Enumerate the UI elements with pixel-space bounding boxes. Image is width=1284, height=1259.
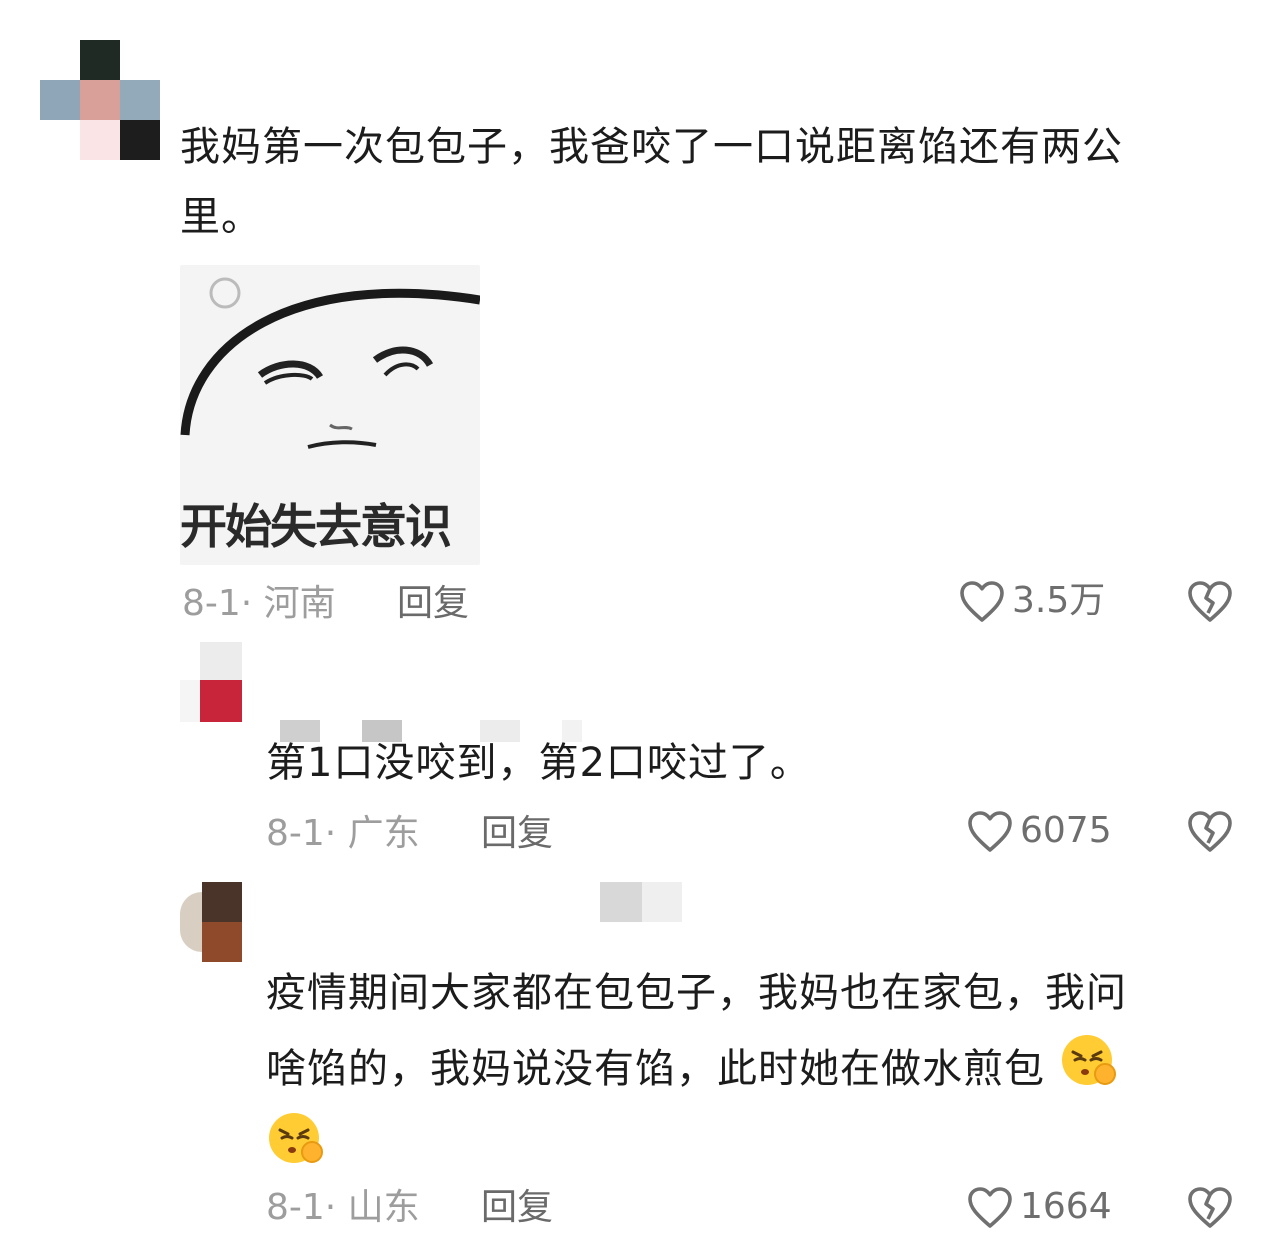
heart-outline-icon [968, 1187, 1012, 1228]
broken-heart-icon [1188, 581, 1232, 622]
dislike-button[interactable] [1186, 578, 1234, 628]
avatar[interactable] [180, 642, 242, 722]
comment-text-line: 第1口没咬到，第2口咬过了。 [266, 740, 811, 786]
like-button[interactable]: 1664 [966, 1184, 1112, 1230]
comment-text-line: 里。 [180, 194, 262, 240]
comment-text-line: 啥馅的，我妈说没有馅，此时她在做水煎包 [266, 1046, 1045, 1092]
like-count: 3.5万 [1012, 580, 1106, 621]
sticker-caption: 开始失去意识 [180, 500, 452, 555]
like-count: 1664 [1020, 1186, 1112, 1227]
dislike-button[interactable] [1186, 1184, 1234, 1234]
avatar[interactable] [40, 40, 165, 160]
shushing-emoji-icon [266, 1108, 326, 1172]
like-button[interactable]: 6075 [966, 808, 1112, 854]
broken-heart-icon [1188, 811, 1232, 852]
date-location: 8-1· 广东 [266, 813, 420, 854]
comment-text-line: 疫情期间大家都在包包子，我妈也在家包，我问 [266, 970, 1127, 1016]
comment-text-line: 我妈第一次包包子，我爸咬了一口说距离馅还有两公 [180, 124, 1123, 170]
reply-button[interactable]: 回复 [481, 1186, 553, 1230]
comment-text-line-with-emoji: 啥馅的，我妈说没有馅，此时她在做水煎包 [266, 1030, 1119, 1112]
reply-button[interactable]: 回复 [397, 582, 469, 626]
date-location: 8-1· 山东 [266, 1187, 420, 1228]
broken-heart-icon [1188, 1187, 1232, 1228]
shushing-emoji-icon [1059, 1030, 1119, 1112]
heart-outline-icon [960, 581, 1004, 622]
username-blurred[interactable] [600, 882, 682, 922]
avatar[interactable] [180, 882, 242, 962]
dislike-button[interactable] [1186, 808, 1234, 858]
reply-button[interactable]: 回复 [481, 812, 553, 856]
heart-outline-icon [968, 811, 1012, 852]
date-location: 8-1· 河南 [182, 583, 336, 624]
like-count: 6075 [1020, 810, 1112, 851]
like-button[interactable]: 3.5万 [958, 578, 1105, 624]
sticker-image[interactable]: 开始失去意识 [180, 265, 480, 565]
